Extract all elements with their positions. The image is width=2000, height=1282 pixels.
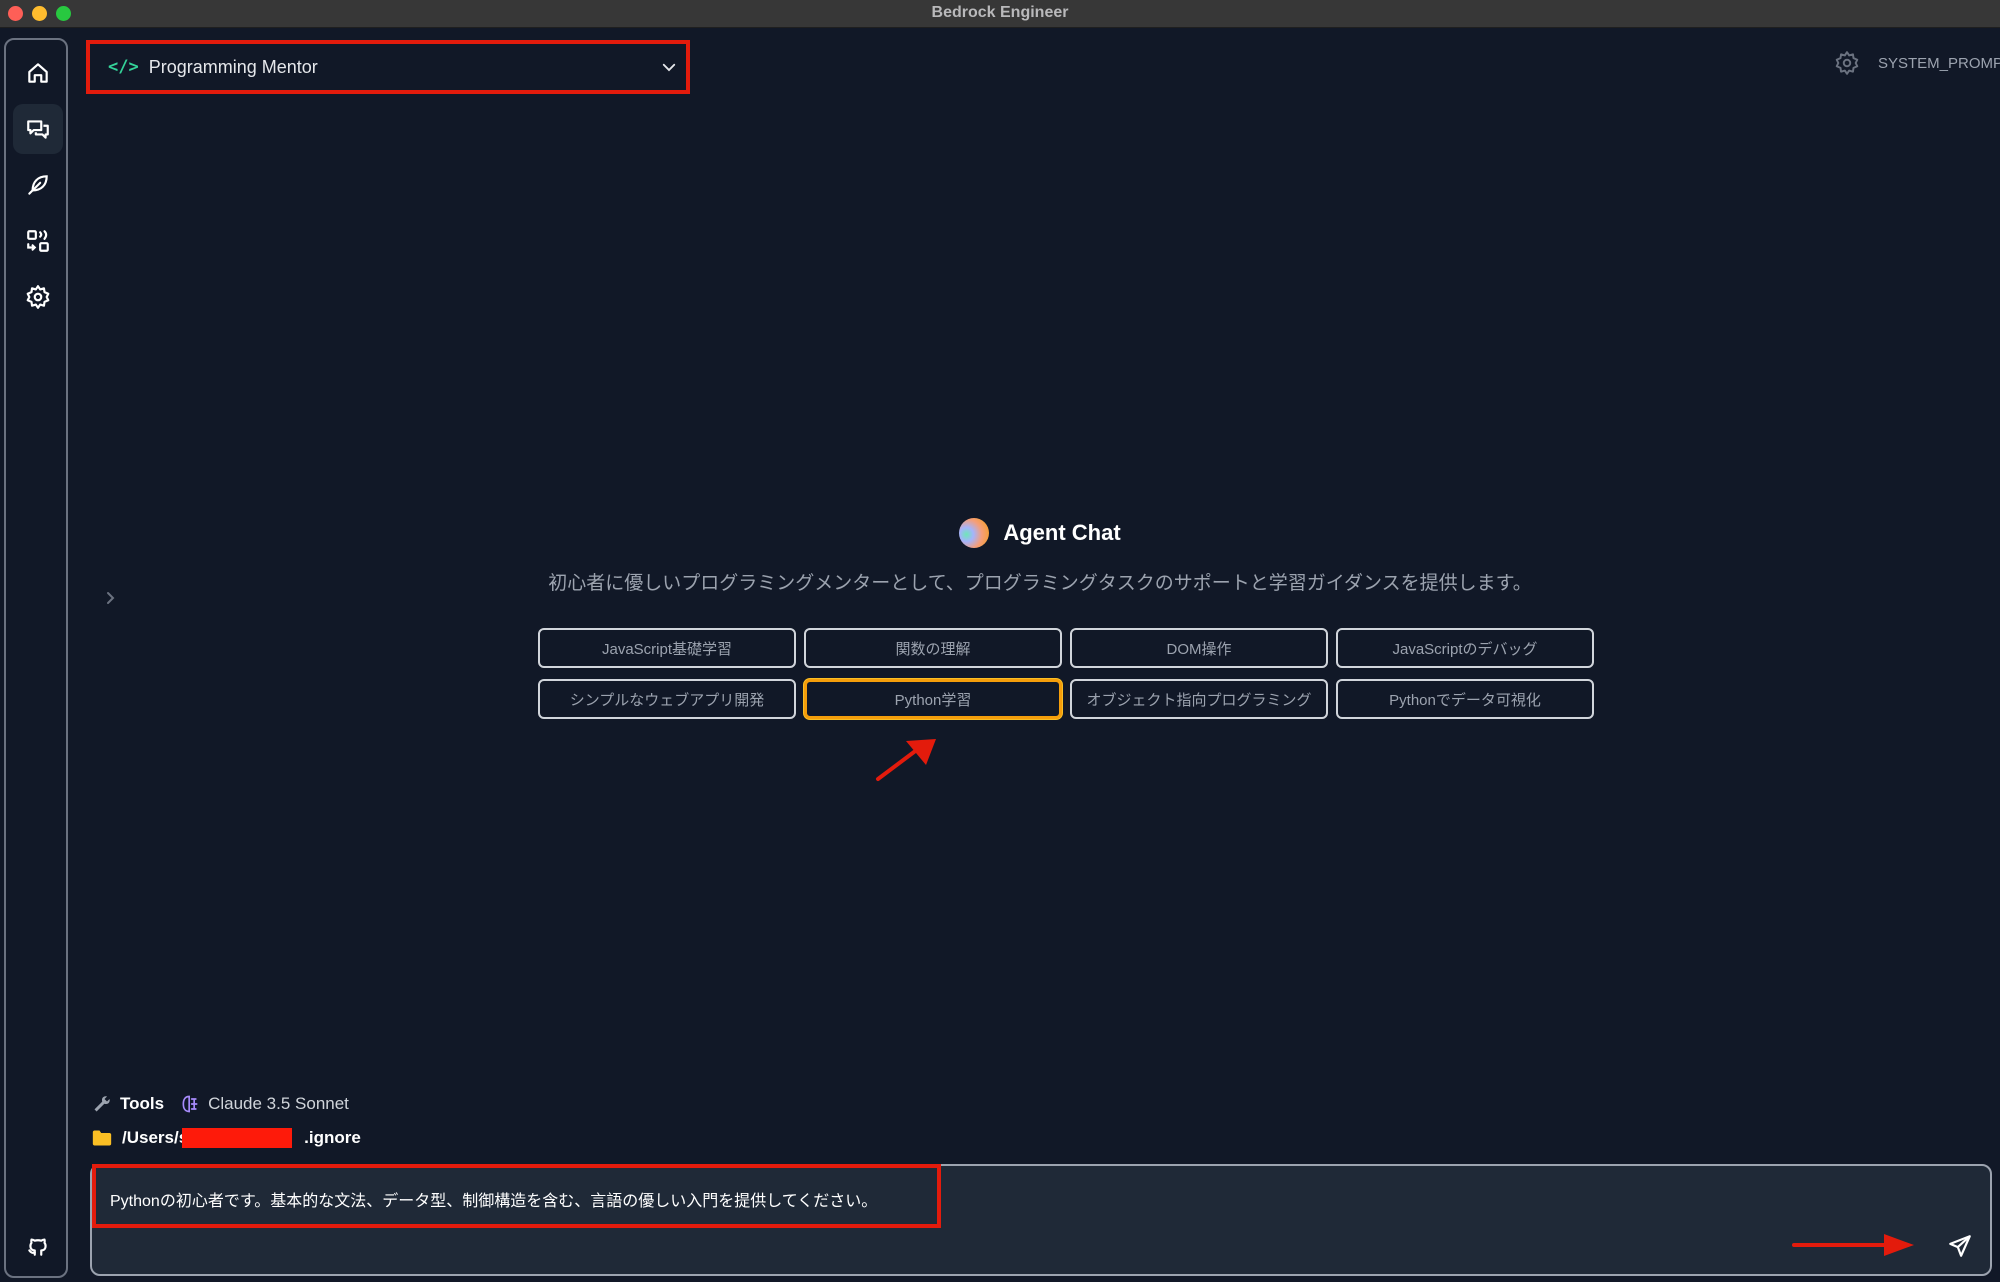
tools-button[interactable]: Tools (120, 1094, 164, 1114)
flow-icon (27, 230, 49, 252)
working-directory[interactable]: /Users/s .ignore (92, 1128, 361, 1148)
sidebar-item-settings[interactable] (13, 272, 63, 322)
agent-chat-header: Agent Chat (0, 518, 2000, 548)
agent-chat-title: Agent Chat (1003, 520, 1121, 545)
feather-icon (28, 175, 48, 195)
gear-icon (1835, 51, 1859, 75)
example-prompts: JavaScript基礎学習 関数の理解 DOM操作 JavaScriptのデバ… (538, 628, 1594, 719)
wrench-icon (94, 1096, 110, 1112)
directory-path-prefix: /Users/s (122, 1128, 189, 1147)
github-icon (28, 1238, 47, 1256)
agent-description: 初心者に優しいプログラミングメンターとして、プログラミングタスクのサポートと学習… (548, 573, 1532, 594)
tools-row: Tools Claude 3.5 Sonnet (92, 1094, 349, 1114)
agent-orb-icon (959, 518, 990, 548)
folder-icon (92, 1130, 112, 1146)
example-prompt-button[interactable]: Pythonでデータ可視化 (1336, 679, 1594, 719)
sidebar-item-step-functions[interactable] (13, 216, 63, 266)
gear-icon (26, 285, 50, 309)
sidebar-item-writer[interactable] (13, 160, 63, 210)
chevron-down-icon (662, 63, 676, 72)
system-prompt-button[interactable]: SYSTEM_PROMPT (1834, 50, 2000, 76)
example-prompt-button[interactable]: オブジェクト指向プログラミング (1070, 679, 1328, 719)
sidebar (4, 38, 68, 1278)
annotation-arrow-icon (876, 739, 936, 781)
agent-selector-dropdown[interactable]: </> Programming Mentor (86, 40, 690, 94)
home-icon (28, 63, 48, 83)
send-button[interactable] (1944, 1230, 1976, 1262)
window-titlebar: Bedrock Engineer (0, 0, 2000, 28)
model-selector[interactable]: Claude 3.5 Sonnet (208, 1094, 349, 1114)
chat-input-value[interactable]: Pythonの初心者です。基本的な文法、データ型、制御構造を含む、言語の優しい入… (110, 1187, 877, 1211)
example-prompt-button-selected[interactable]: Python学習 (804, 679, 1062, 719)
sidebar-item-chat[interactable] (13, 104, 63, 154)
sidebar-item-home[interactable] (13, 48, 63, 98)
send-icon (1949, 1235, 1971, 1257)
example-prompt-button[interactable]: JavaScriptのデバッグ (1336, 628, 1594, 668)
selected-agent-name: Programming Mentor (148, 56, 318, 77)
code-icon: </> (108, 57, 139, 77)
github-link[interactable] (13, 1220, 63, 1270)
system-prompt-label: SYSTEM_PROMPT (1878, 54, 2000, 72)
example-prompt-button[interactable]: シンプルなウェブアプリ開発 (538, 679, 796, 719)
annotation-arrow-icon (1792, 1234, 1914, 1256)
window-title: Bedrock Engineer (931, 4, 1069, 21)
brain-icon (182, 1095, 198, 1113)
directory-path-suffix: .ignore (304, 1128, 361, 1147)
redacted-path-segment (182, 1128, 293, 1148)
example-prompt-button[interactable]: 関数の理解 (804, 628, 1062, 668)
example-prompt-button[interactable]: JavaScript基礎学習 (538, 628, 796, 668)
chat-bubbles-icon (27, 120, 49, 139)
example-prompt-button[interactable]: DOM操作 (1070, 628, 1328, 668)
